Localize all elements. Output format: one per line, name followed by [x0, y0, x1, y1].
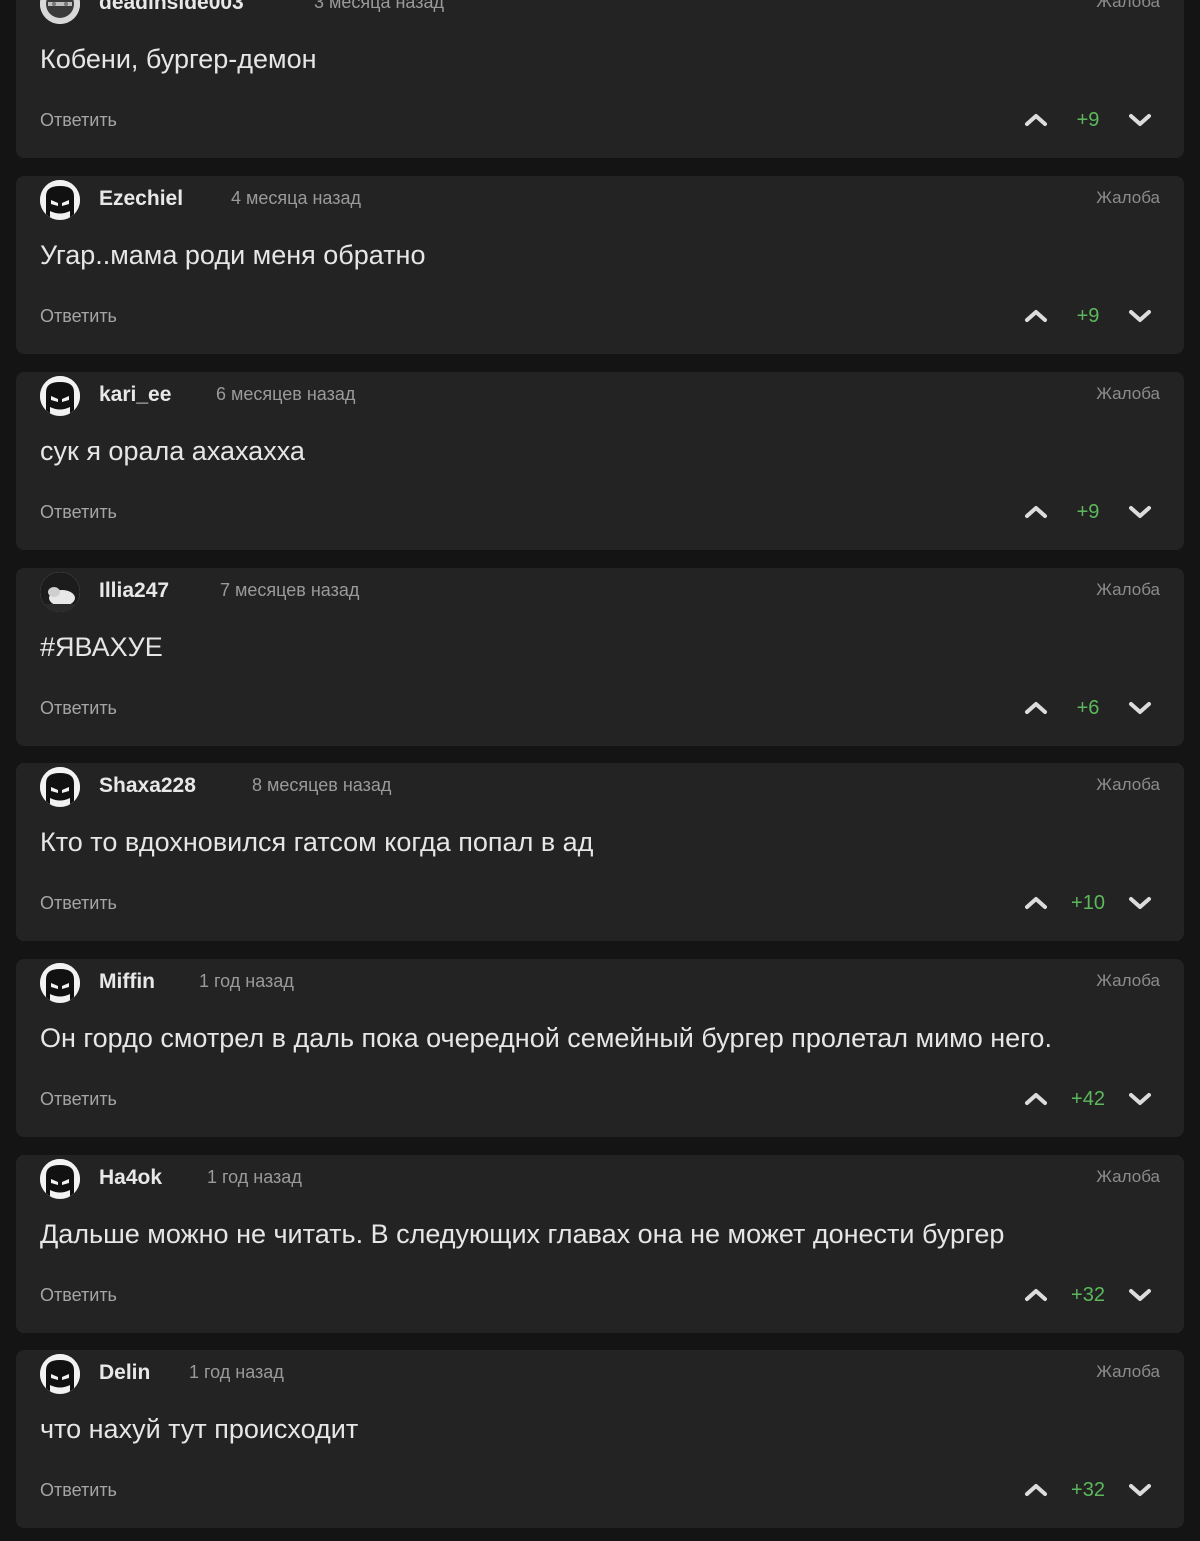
report-link[interactable]: Жалоба — [1096, 971, 1160, 991]
comment-text: Угар..мама роди меня обратно — [40, 240, 426, 270]
comment-text: #ЯВАХУЕ — [40, 632, 163, 662]
report-link[interactable]: Жалоба — [1096, 580, 1160, 600]
mask-avatar-icon[interactable] — [40, 376, 80, 416]
reply-button[interactable]: Ответить — [40, 306, 117, 327]
comment-time: 1 год назад — [189, 1362, 284, 1382]
comment-card: Ha4ok 1 год назад Жалоба Дальше можно не… — [16, 1155, 1184, 1333]
photo-avatar-icon[interactable] — [40, 0, 80, 24]
reply-button[interactable]: Ответить — [40, 1285, 117, 1306]
report-link[interactable]: Жалоба — [1096, 188, 1160, 208]
upvote-chevron-icon[interactable] — [1018, 1277, 1054, 1313]
comment-score: +9 — [1076, 305, 1100, 327]
comment-time: 3 месяца назад — [314, 0, 444, 12]
comment-card: Shaxa228 8 месяцев назад Жалоба Кто то в… — [16, 763, 1184, 941]
comment-time: 1 год назад — [199, 971, 294, 991]
upvote-chevron-icon[interactable] — [1018, 102, 1054, 138]
comment-card: kari_ee 6 месяцев назад Жалоба сук я ора… — [16, 372, 1184, 550]
downvote-chevron-icon[interactable] — [1122, 690, 1158, 726]
downvote-chevron-icon[interactable] — [1122, 1081, 1158, 1117]
downvote-chevron-icon[interactable] — [1122, 298, 1158, 334]
report-link[interactable]: Жалоба — [1096, 384, 1160, 404]
report-link[interactable]: Жалоба — [1096, 775, 1160, 795]
comment-time: 6 месяцев назад — [216, 384, 356, 404]
comment-username[interactable]: Miffin — [99, 970, 155, 994]
reply-button[interactable]: Ответить — [40, 1480, 117, 1501]
downvote-chevron-icon[interactable] — [1122, 1277, 1158, 1313]
comment-username[interactable]: Ezechiel — [99, 187, 183, 211]
upvote-chevron-icon[interactable] — [1018, 1472, 1054, 1508]
downvote-chevron-icon[interactable] — [1122, 102, 1158, 138]
comment-text: Дальше можно не читать. В следующих глав… — [40, 1219, 1005, 1249]
report-link[interactable]: Жалоба — [1096, 1362, 1160, 1382]
mask-avatar-icon[interactable] — [40, 1354, 80, 1394]
comment-score: +6 — [1076, 697, 1100, 719]
comment-card: Illia247 7 месяцев назад Жалоба #ЯВАХУЕ … — [16, 568, 1184, 746]
comment-username[interactable]: Illia247 — [99, 579, 169, 603]
comment-username[interactable]: deadinside003 — [99, 0, 244, 15]
comment-card: Miffin 1 год назад Жалоба Он гордо смотр… — [16, 959, 1184, 1137]
upvote-chevron-icon[interactable] — [1018, 1081, 1054, 1117]
reply-button[interactable]: Ответить — [40, 110, 117, 131]
downvote-chevron-icon[interactable] — [1122, 885, 1158, 921]
comment-time: 8 месяцев назад — [252, 775, 392, 795]
comment-score: +42 — [1071, 1088, 1105, 1110]
upvote-chevron-icon[interactable] — [1018, 494, 1054, 530]
reply-button[interactable]: Ответить — [40, 893, 117, 914]
comment-score: +9 — [1076, 109, 1100, 131]
mask-avatar-icon[interactable] — [40, 963, 80, 1003]
comment-card: Ezechiel 4 месяца назад Жалоба Угар..мам… — [16, 176, 1184, 354]
comment-time: 7 месяцев назад — [220, 580, 360, 600]
upvote-chevron-icon[interactable] — [1018, 690, 1054, 726]
comment-text: сук я орала ахахахха — [40, 436, 305, 466]
comment-score: +9 — [1076, 501, 1100, 523]
comment-text: что нахуй тут происходит — [40, 1414, 359, 1444]
comment-score: +32 — [1071, 1284, 1105, 1306]
comments-list: deadinside003 3 месяца назад Жалоба Кобе… — [0, 0, 1200, 1541]
reply-button[interactable]: Ответить — [40, 698, 117, 719]
photo-avatar-icon[interactable] — [40, 572, 80, 612]
downvote-chevron-icon[interactable] — [1122, 1472, 1158, 1508]
comment-card: deadinside003 3 месяца назад Жалоба Кобе… — [16, 0, 1184, 158]
reply-button[interactable]: Ответить — [40, 502, 117, 523]
comment-username[interactable]: Ha4ok — [99, 1166, 162, 1190]
mask-avatar-icon[interactable] — [40, 1159, 80, 1199]
comment-username[interactable]: Shaxa228 — [99, 774, 196, 798]
comment-card: Delin 1 год назад Жалоба что нахуй тут п… — [16, 1350, 1184, 1528]
comment-time: 1 год назад — [207, 1167, 302, 1187]
comment-username[interactable]: kari_ee — [99, 383, 171, 407]
comment-text: Кто то вдохновился гатсом когда попал в … — [40, 827, 594, 857]
mask-avatar-icon[interactable] — [40, 180, 80, 220]
comment-text: Кобени, бургер-демон — [40, 44, 317, 74]
report-link[interactable]: Жалоба — [1096, 0, 1160, 12]
upvote-chevron-icon[interactable] — [1018, 298, 1054, 334]
comment-score: +32 — [1071, 1479, 1105, 1501]
downvote-chevron-icon[interactable] — [1122, 494, 1158, 530]
comment-text: Он гордо смотрел в даль пока очередной с… — [40, 1023, 1052, 1053]
mask-avatar-icon[interactable] — [40, 767, 80, 807]
report-link[interactable]: Жалоба — [1096, 1167, 1160, 1187]
upvote-chevron-icon[interactable] — [1018, 885, 1054, 921]
comment-username[interactable]: Delin — [99, 1361, 150, 1385]
comment-score: +10 — [1071, 892, 1105, 914]
reply-button[interactable]: Ответить — [40, 1089, 117, 1110]
comment-time: 4 месяца назад — [231, 188, 361, 208]
